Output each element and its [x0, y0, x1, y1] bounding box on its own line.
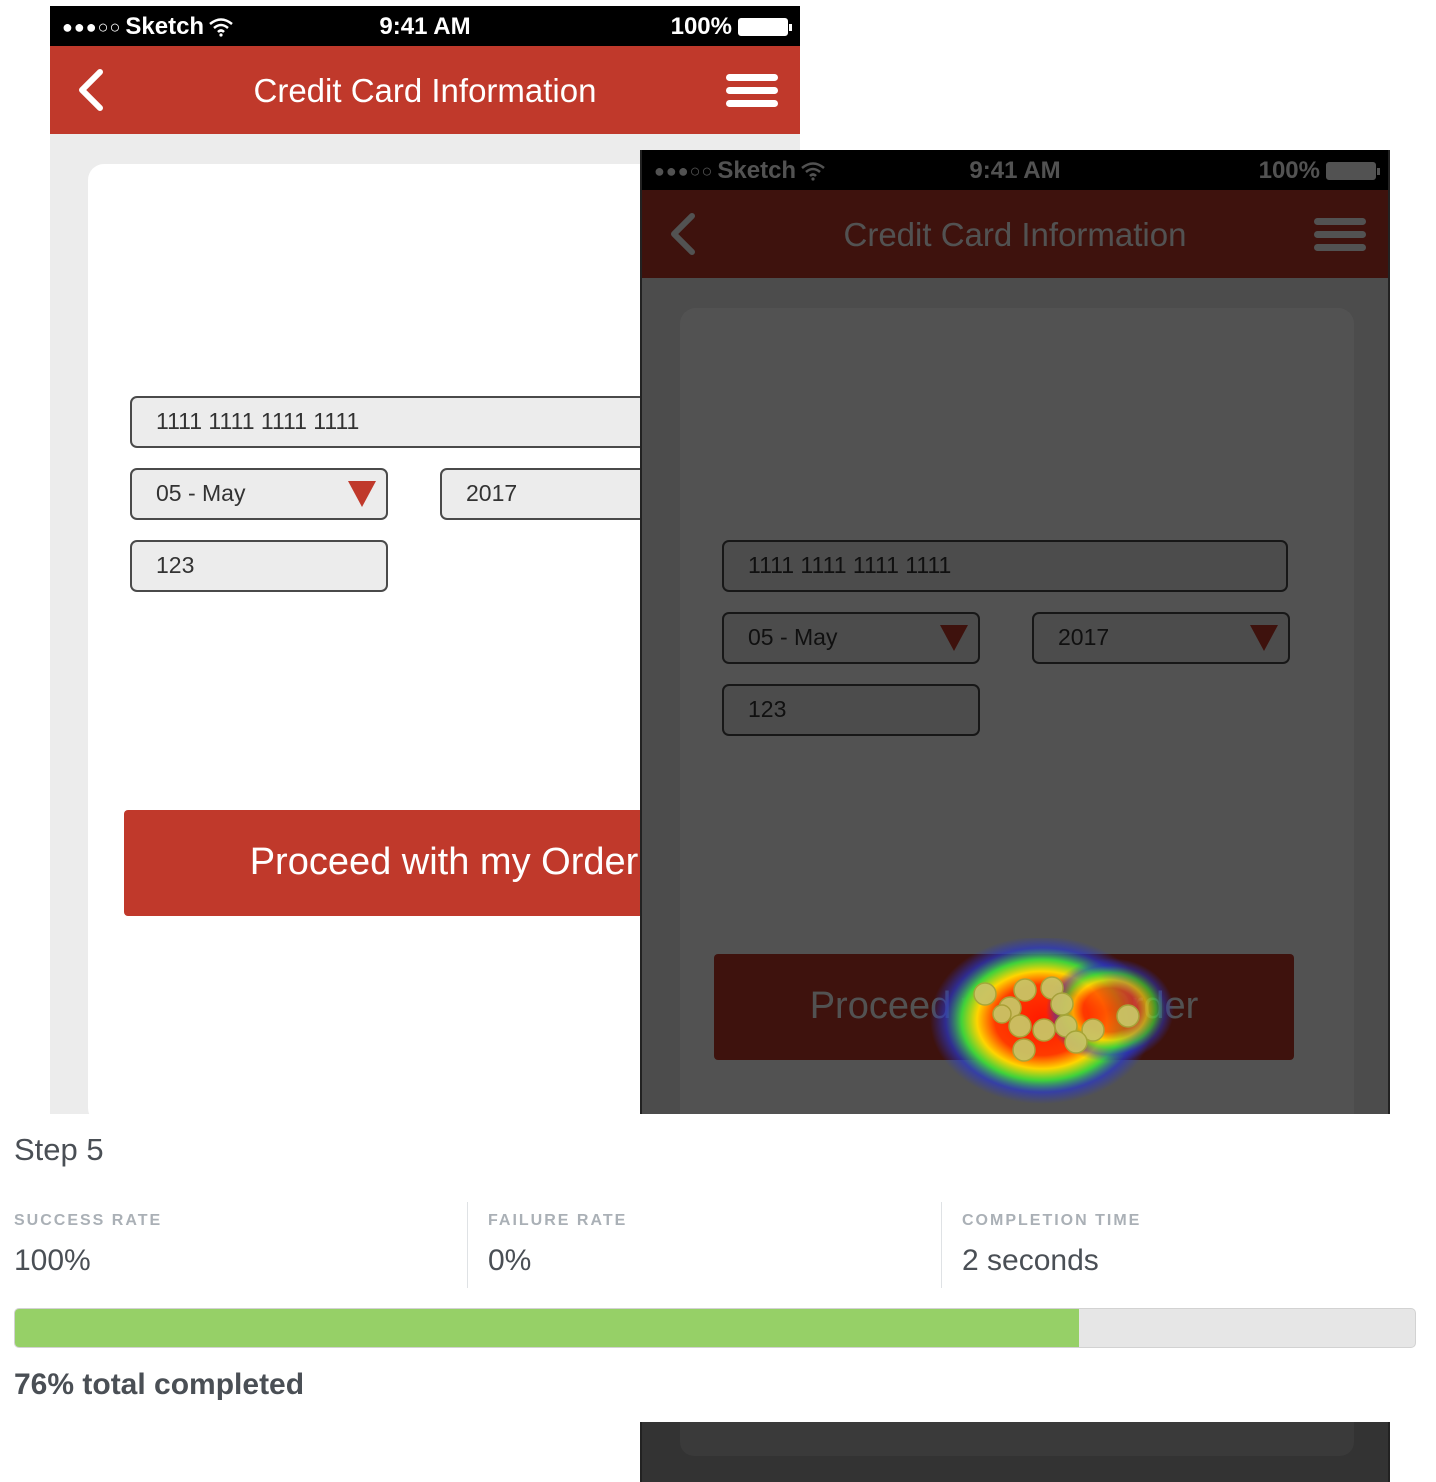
cvv-field[interactable]: 123 — [130, 540, 388, 592]
expiry-month-select[interactable]: 05 - May — [130, 468, 388, 520]
form-card — [680, 1422, 1354, 1456]
expiry-month-value: 05 - May — [748, 624, 838, 650]
battery-icon — [1326, 162, 1380, 180]
page-title: Credit Card Information — [843, 216, 1187, 253]
expiry-year-value: 2017 — [1058, 624, 1110, 650]
progress-fill — [15, 1309, 1079, 1347]
metric-label: COMPLETION TIME — [962, 1212, 1142, 1229]
battery-icon — [738, 18, 792, 36]
cvv-field: 123 — [722, 684, 980, 736]
heatmap-screen: ●●●○○ Sketch 9:41 AM 100% Credit Card In… — [640, 150, 1390, 1114]
expiry-month-select: 05 - May — [722, 612, 980, 664]
step-title: Step 5 — [14, 1132, 104, 1167]
metric-label: SUCCESS RATE — [14, 1212, 163, 1229]
expiry-month-value: 05 - May — [156, 480, 246, 506]
failure-rate-metric: FAILURE RATE 0% — [488, 1212, 627, 1288]
card-number-field: 1111 1111 1111 1111 — [722, 540, 1288, 592]
nav-bar: Credit Card Information — [642, 190, 1388, 278]
completion-progress-bar — [14, 1308, 1416, 1348]
status-bar: ●●●○○ Sketch 9:41 AM 100% — [642, 150, 1388, 190]
dropdown-caret-icon — [940, 625, 968, 651]
nav-bar: Credit Card Information — [50, 46, 800, 134]
success-rate-metric: SUCCESS RATE 100% — [14, 1212, 162, 1288]
next-screen-preview — [640, 1422, 1390, 1482]
dropdown-caret-icon — [1250, 625, 1278, 651]
metric-value: 100% — [14, 1244, 91, 1277]
metric-value: 0% — [488, 1244, 532, 1277]
page-title: Credit Card Information — [253, 72, 597, 109]
hamburger-menu-icon[interactable] — [726, 74, 778, 110]
metric-divider — [467, 1202, 468, 1288]
metric-divider — [941, 1202, 942, 1288]
metric-label: FAILURE RATE — [488, 1212, 628, 1229]
battery-percent: 100% — [1258, 157, 1320, 184]
hamburger-menu-icon — [1314, 218, 1366, 254]
metric-value: 2 seconds — [962, 1244, 1099, 1277]
progress-label: 76% total completed — [14, 1368, 305, 1401]
dropdown-caret-icon — [348, 481, 376, 507]
completion-time-metric: COMPLETION TIME 2 seconds — [962, 1212, 1141, 1288]
battery-percent: 100% — [670, 13, 732, 40]
proceed-order-button: Proceed with my Order — [714, 954, 1294, 1060]
status-bar: ●●●○○ Sketch 9:41 AM 100% — [50, 6, 800, 46]
expiry-year-select: 2017 — [1032, 612, 1290, 664]
step-summary-panel: Step 5 SUCCESS RATE 100% FAILURE RATE 0%… — [0, 1114, 1436, 1422]
